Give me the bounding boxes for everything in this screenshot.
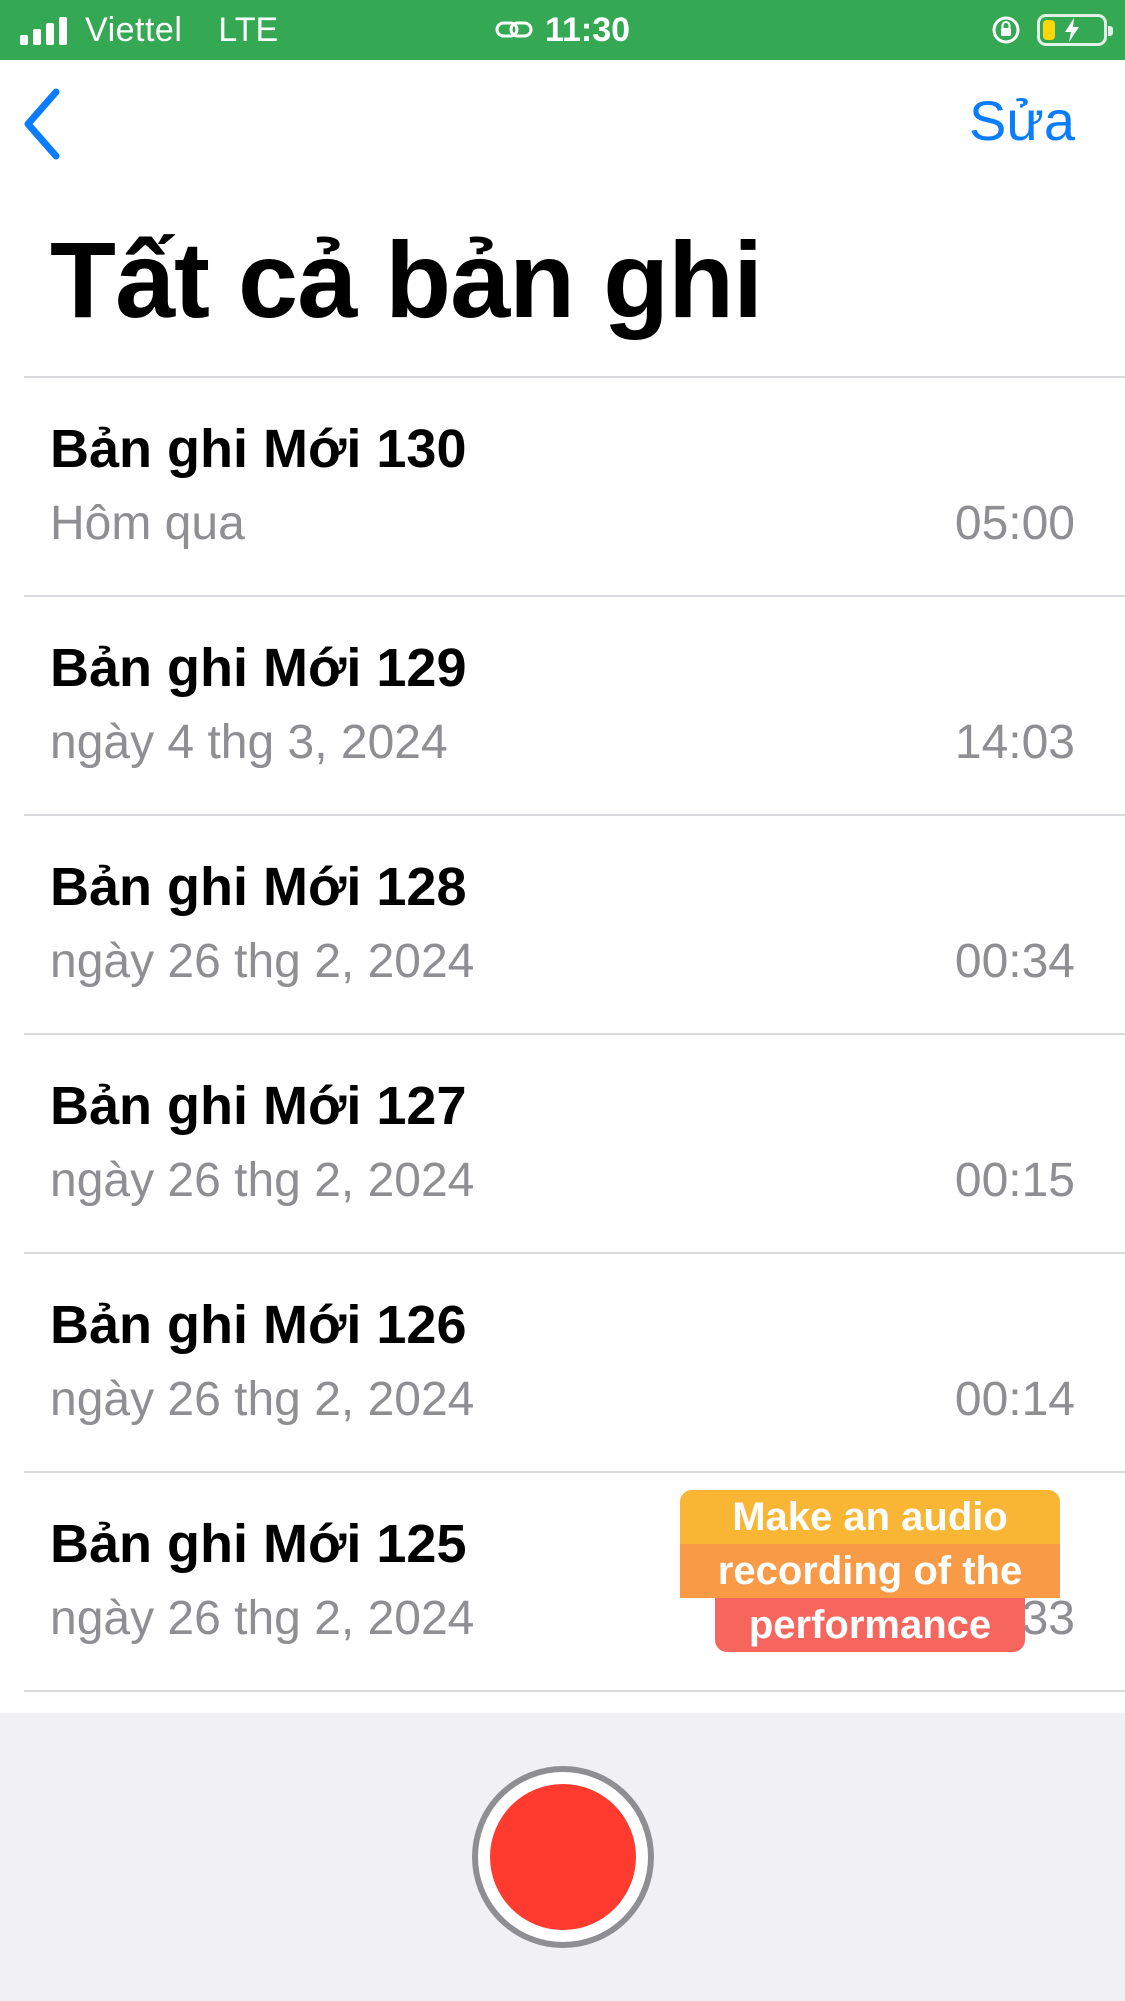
edit-button[interactable]: Sửa [969, 88, 1075, 153]
recording-item[interactable]: Bản ghi Mới 129 ngày 4 thg 3, 2024 14:03 [24, 595, 1125, 814]
annotation-line: Make an audio [680, 1490, 1060, 1544]
recording-date: ngày 26 thg 2, 2024 [50, 1373, 475, 1426]
recording-name: Bản ghi Mới 125 [50, 1514, 467, 1574]
status-bar: Viettel LTE 11:30 [0, 0, 1125, 60]
recording-date: Hôm qua [50, 497, 245, 550]
recording-date: ngày 26 thg 2, 2024 [50, 1592, 475, 1645]
recording-duration: 00:34 [954, 935, 1075, 988]
orientation-lock-icon [992, 16, 1020, 44]
recording-item[interactable]: Bản ghi Mới 130 Hôm qua 05:00 [24, 376, 1125, 595]
link-icon [495, 21, 533, 38]
recording-date: ngày 26 thg 2, 2024 [50, 935, 475, 988]
recording-name: Bản ghi Mới 127 [50, 1076, 467, 1136]
status-time: 11:30 [544, 10, 631, 49]
voice-memos-screen: Viettel LTE 11:30 Sửa Tất cả bản ghi Bản… [0, 0, 1125, 2001]
recording-item[interactable]: Bản ghi Mới 128 ngày 26 thg 2, 2024 00:3… [24, 814, 1125, 1033]
list-divider [24, 1690, 1125, 1692]
recording-name: Bản ghi Mới 128 [50, 857, 467, 917]
recording-duration: 05:00 [954, 497, 1075, 550]
recording-date: ngày 4 thg 3, 2024 [50, 716, 448, 769]
annotation-line: performance [715, 1598, 1025, 1652]
bolt-icon [1065, 18, 1079, 42]
record-button[interactable] [472, 1766, 654, 1948]
recording-duration: 00:15 [954, 1154, 1075, 1207]
recording-date: ngày 26 thg 2, 2024 [50, 1154, 475, 1207]
recording-name: Bản ghi Mới 129 [50, 638, 467, 698]
page-title: Tất cả bản ghi [50, 219, 763, 340]
chevron-left-icon [24, 88, 60, 160]
annotation-callout: Make an audio recording of the performan… [680, 1490, 1060, 1652]
battery-level-fill [1043, 20, 1055, 40]
recording-item[interactable]: Bản ghi Mới 126 ngày 26 thg 2, 2024 00:1… [24, 1252, 1125, 1471]
recording-name: Bản ghi Mới 126 [50, 1295, 467, 1355]
back-button[interactable] [22, 84, 78, 164]
record-icon [490, 1784, 636, 1930]
recording-duration: 00:14 [954, 1373, 1075, 1426]
annotation-line: recording of the [680, 1544, 1060, 1598]
status-center: 11:30 [0, 0, 1125, 60]
status-right [991, 0, 1113, 60]
recording-duration: 14:03 [954, 716, 1075, 769]
recording-name: Bản ghi Mới 130 [50, 419, 467, 479]
recording-item[interactable]: Bản ghi Mới 127 ngày 26 thg 2, 2024 00:1… [24, 1033, 1125, 1252]
battery-charging-icon [1037, 14, 1113, 46]
